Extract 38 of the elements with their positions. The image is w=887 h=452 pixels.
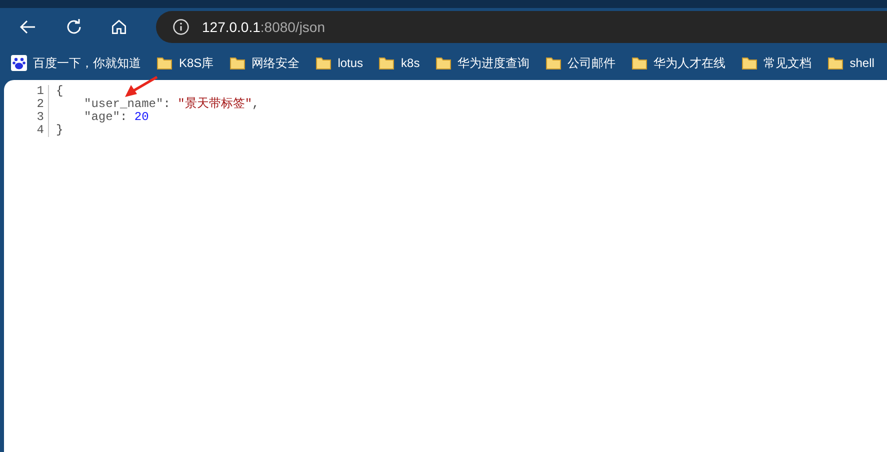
line-number: 2 bbox=[36, 98, 44, 111]
code-token: : bbox=[120, 110, 128, 124]
bookmark-item[interactable]: 华为进度查询 bbox=[434, 54, 530, 72]
address-bar[interactable]: 127.0.0.1:8080/json bbox=[156, 11, 887, 43]
code-token: "user_name" bbox=[84, 97, 164, 111]
code-token: } bbox=[56, 123, 64, 137]
home-icon[interactable] bbox=[110, 18, 128, 36]
bookmark-item[interactable]: 华为人才在线 bbox=[630, 54, 726, 72]
folder-icon bbox=[378, 56, 396, 70]
code-token: : bbox=[163, 97, 172, 111]
line-number: 4 bbox=[36, 124, 44, 137]
bookmark-item[interactable]: k8s bbox=[378, 56, 420, 70]
bookmark-item[interactable]: 百度一下，你就知道 bbox=[11, 54, 141, 72]
bookmark-item[interactable]: 常见文档 bbox=[740, 54, 812, 72]
bookmark-item[interactable]: 网络安全 bbox=[228, 54, 300, 72]
folder-icon bbox=[826, 56, 844, 70]
folder-icon bbox=[740, 56, 758, 70]
folder-icon bbox=[434, 56, 452, 70]
info-icon[interactable] bbox=[172, 18, 190, 36]
bookmark-item[interactable]: 公司邮件 bbox=[544, 54, 616, 72]
bookmark-item[interactable]: K8S库 bbox=[156, 54, 214, 72]
paw-icon bbox=[11, 55, 27, 71]
bookmark-item[interactable]: shell bbox=[826, 56, 874, 70]
folder-icon bbox=[544, 56, 562, 70]
folder-icon bbox=[630, 56, 648, 70]
code-token: , bbox=[252, 97, 260, 111]
code-token: { bbox=[56, 84, 64, 98]
url-text: 127.0.0.1:8080/json bbox=[202, 19, 325, 35]
bookmark-item[interactable]: lotus bbox=[314, 56, 364, 70]
code-token: "景天带标签" bbox=[178, 97, 252, 111]
line-number: 3 bbox=[36, 111, 44, 124]
folder-icon bbox=[156, 56, 173, 70]
line-number: 1 bbox=[36, 85, 44, 98]
arrow-icon bbox=[124, 76, 158, 98]
folder-icon bbox=[314, 56, 332, 70]
folder-icon bbox=[228, 56, 246, 70]
code-token: "age" bbox=[84, 110, 120, 124]
code-token: 20 bbox=[134, 110, 149, 124]
